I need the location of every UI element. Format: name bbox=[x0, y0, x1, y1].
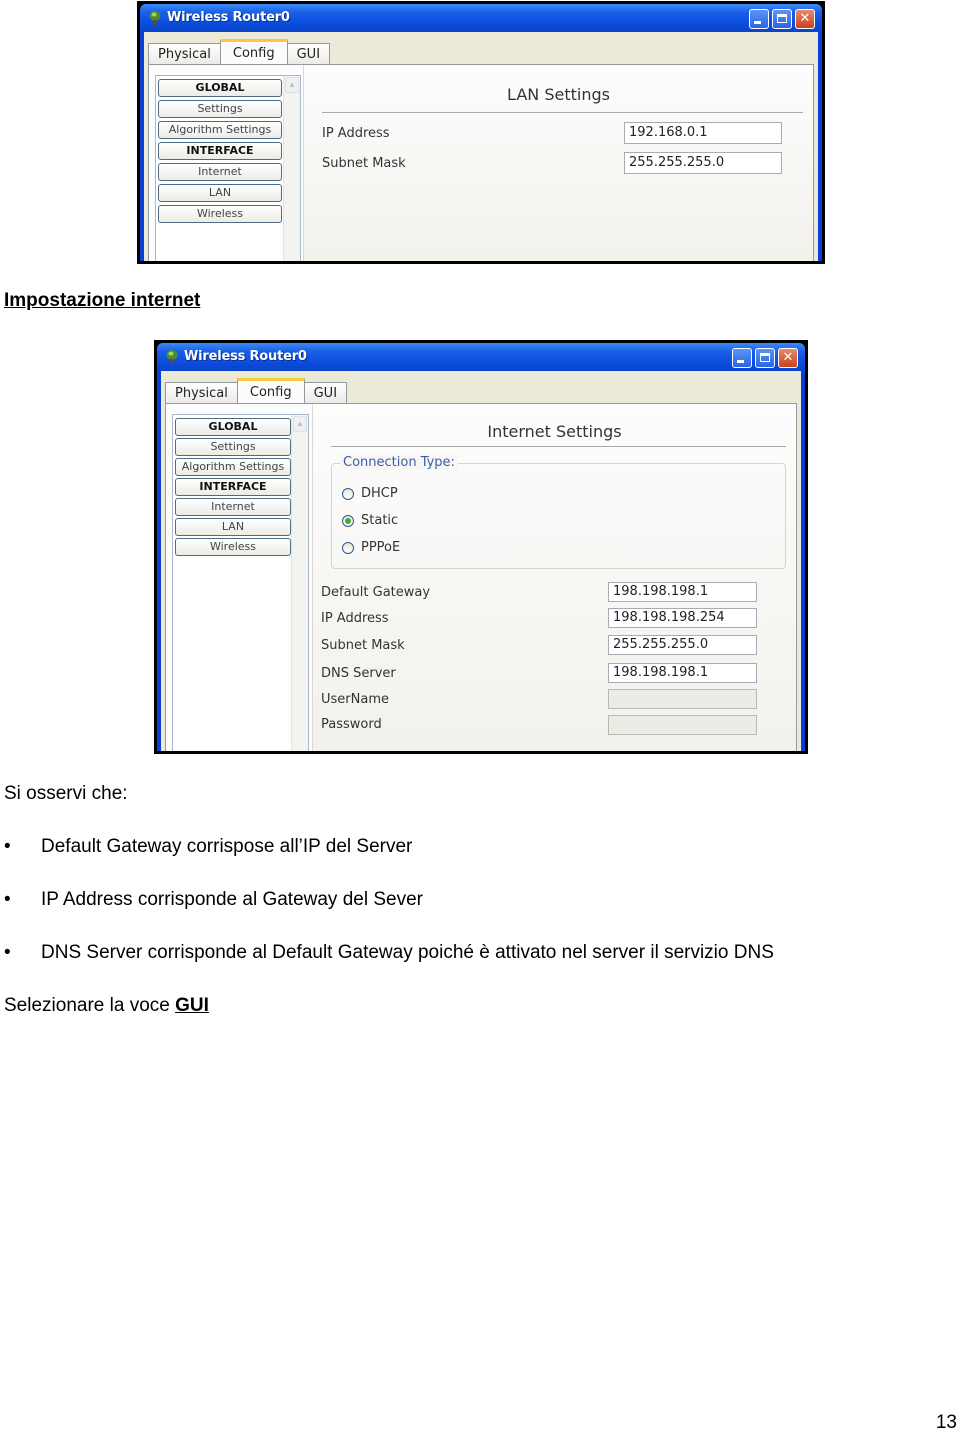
sidebar-item-internet[interactable]: Internet bbox=[175, 498, 291, 516]
tab-config[interactable]: Config bbox=[219, 39, 288, 64]
username-input[interactable] bbox=[608, 689, 757, 709]
panel-title: LAN Settings bbox=[507, 85, 610, 104]
tab-bar: Physical Config GUI bbox=[165, 378, 348, 403]
connection-type-group: Connection Type: DHCP Static PPPoE bbox=[331, 455, 786, 569]
close-icon: ✕ bbox=[799, 11, 811, 26]
sidebar-item-algorithm-settings[interactable]: Algorithm Settings bbox=[175, 458, 291, 476]
maximize-icon bbox=[760, 353, 770, 362]
sidebar-item-settings[interactable]: Settings bbox=[158, 100, 282, 118]
page-number: 13 bbox=[935, 1412, 957, 1433]
bullet-text: DNS Server corrisponde al Default Gatewa… bbox=[41, 942, 774, 963]
subnet-mask-input[interactable]: 255.255.255.0 bbox=[624, 152, 782, 174]
window-title: Wireless Router0 bbox=[184, 349, 307, 364]
password-label: Password bbox=[321, 717, 382, 732]
tab-gui[interactable]: GUI bbox=[286, 43, 331, 64]
sidebar-header-global[interactable]: GLOBAL bbox=[175, 418, 291, 436]
minimize-icon bbox=[737, 360, 744, 363]
config-sidebar: GLOBAL Settings Algorithm Settings INTER… bbox=[155, 75, 301, 261]
dns-server-input[interactable]: 198.198.198.1 bbox=[608, 663, 757, 683]
window-title: Wireless Router0 bbox=[167, 10, 290, 25]
gui-link: GUI bbox=[175, 995, 209, 1016]
radio-button[interactable] bbox=[342, 541, 354, 554]
window-lan-settings: Wireless Router0 ✕ Physical Config GUI G… bbox=[137, 1, 825, 264]
minimize-icon bbox=[754, 21, 761, 24]
sidebar-item-algorithm-settings[interactable]: Algorithm Settings bbox=[158, 121, 282, 139]
lan-settings-panel: LAN Settings IP Address 192.168.0.1 Subn… bbox=[303, 65, 813, 261]
sidebar-item-internet[interactable]: Internet bbox=[158, 163, 282, 181]
default-gateway-label: Default Gateway bbox=[321, 585, 431, 600]
panel-divider bbox=[331, 446, 786, 447]
tab-config[interactable]: Config bbox=[236, 378, 305, 403]
maximize-icon bbox=[777, 14, 787, 23]
subnet-mask-label: Subnet Mask bbox=[321, 638, 405, 653]
radio-static[interactable]: Static bbox=[342, 513, 398, 528]
title-bar[interactable]: Wireless Router0 ✕ bbox=[157, 343, 805, 371]
radio-dhcp[interactable]: DHCP bbox=[342, 486, 398, 501]
radio-button-checked[interactable] bbox=[342, 514, 354, 527]
instruction-text: Selezionare la voce bbox=[4, 995, 176, 1016]
ip-address-label: IP Address bbox=[322, 126, 390, 141]
scroll-up-icon[interactable]: ▲ bbox=[293, 416, 307, 432]
panel-divider bbox=[322, 112, 803, 113]
sidebar-item-lan[interactable]: LAN bbox=[158, 184, 282, 202]
internet-settings-panel: Internet Settings Connection Type: DHCP … bbox=[312, 404, 796, 751]
close-icon: ✕ bbox=[782, 350, 794, 365]
sidebar-header-interface[interactable]: INTERFACE bbox=[175, 478, 291, 496]
dns-server-label: DNS Server bbox=[321, 666, 396, 681]
sidebar-item-settings[interactable]: Settings bbox=[175, 438, 291, 456]
ip-address-input[interactable]: 198.198.198.254 bbox=[608, 608, 757, 628]
ip-address-label: IP Address bbox=[321, 611, 389, 626]
section-heading: Impostazione internet bbox=[4, 290, 201, 311]
bullet-icon: • bbox=[4, 836, 11, 857]
window-client: Physical Config GUI GLOBAL Settings Algo… bbox=[144, 32, 818, 261]
sidebar-item-lan[interactable]: LAN bbox=[175, 518, 291, 536]
instruction-line: Selezionare la voce GUI bbox=[4, 995, 209, 1017]
subnet-mask-input[interactable]: 255.255.255.0 bbox=[608, 635, 757, 655]
radio-label: DHCP bbox=[361, 486, 398, 501]
tab-panel-config: GLOBAL Settings Algorithm Settings INTER… bbox=[165, 403, 797, 751]
bullet-icon: • bbox=[4, 889, 11, 910]
bullet-text: Default Gateway corrispose all’IP del Se… bbox=[41, 836, 413, 857]
username-label: UserName bbox=[321, 692, 389, 707]
default-gateway-input[interactable]: 198.198.198.1 bbox=[608, 582, 757, 602]
sidebar-scrollbar[interactable]: ▲ bbox=[283, 76, 300, 261]
bullet-text: IP Address corrisponde al Gateway del Se… bbox=[41, 889, 423, 910]
title-bar[interactable]: Wireless Router0 ✕ bbox=[140, 4, 822, 32]
close-button[interactable]: ✕ bbox=[778, 348, 798, 368]
scroll-up-icon[interactable]: ▲ bbox=[285, 77, 299, 93]
tab-physical[interactable]: Physical bbox=[165, 382, 238, 403]
notes-intro: Si osservi che: bbox=[4, 783, 128, 804]
sidebar-header-global[interactable]: GLOBAL bbox=[158, 79, 282, 97]
radio-label: PPPoE bbox=[361, 540, 401, 555]
connection-type-legend: Connection Type: bbox=[340, 455, 458, 470]
minimize-button[interactable] bbox=[749, 9, 769, 29]
window-internet-settings: Wireless Router0 ✕ Physical Config GUI G… bbox=[154, 340, 808, 754]
maximize-button[interactable] bbox=[755, 348, 775, 368]
window-client: Physical Config GUI GLOBAL Settings Algo… bbox=[161, 371, 801, 751]
sidebar-item-wireless[interactable]: Wireless bbox=[158, 205, 282, 223]
close-button[interactable]: ✕ bbox=[795, 9, 815, 29]
tab-panel-config: GLOBAL Settings Algorithm Settings INTER… bbox=[148, 64, 814, 261]
sidebar-scrollbar[interactable]: ▲ bbox=[291, 415, 308, 751]
password-input[interactable] bbox=[608, 715, 757, 735]
tab-gui[interactable]: GUI bbox=[303, 382, 348, 403]
maximize-button[interactable] bbox=[772, 9, 792, 29]
ip-address-input[interactable]: 192.168.0.1 bbox=[624, 122, 782, 144]
tab-bar: Physical Config GUI bbox=[148, 39, 331, 64]
config-sidebar: GLOBAL Settings Algorithm Settings INTER… bbox=[172, 414, 309, 751]
panel-title: Internet Settings bbox=[487, 422, 622, 441]
radio-button[interactable] bbox=[342, 487, 354, 500]
router-icon bbox=[166, 350, 178, 364]
radio-pppoe[interactable]: PPPoE bbox=[342, 540, 400, 555]
router-icon bbox=[149, 11, 161, 25]
bullet-icon: • bbox=[4, 942, 11, 963]
subnet-mask-label: Subnet Mask bbox=[322, 156, 406, 171]
minimize-button[interactable] bbox=[732, 348, 752, 368]
radio-label: Static bbox=[361, 513, 399, 528]
sidebar-item-wireless[interactable]: Wireless bbox=[175, 538, 291, 556]
tab-physical[interactable]: Physical bbox=[148, 43, 221, 64]
sidebar-header-interface[interactable]: INTERFACE bbox=[158, 142, 282, 160]
